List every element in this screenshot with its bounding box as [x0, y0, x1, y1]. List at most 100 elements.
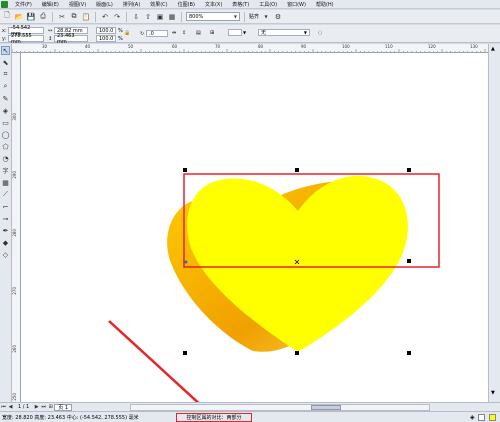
table-tool-icon[interactable]: ▦	[1, 178, 10, 187]
eyedropper-tool-icon[interactable]: ⊸	[1, 214, 10, 223]
copy-icon[interactable]: ⧉	[69, 12, 79, 22]
menu-layout[interactable]: 版面(L)	[91, 1, 118, 8]
menu-edit[interactable]: 编辑(E)	[37, 1, 64, 8]
menu-bar: 文件(F) 编辑(E) 视图(V) 版面(L) 排列(A) 效果(C) 位图(B…	[0, 0, 500, 9]
vertical-ruler[interactable]: 300 290 280 270 260 250	[12, 53, 21, 402]
page-tab-1[interactable]: 页 1	[54, 403, 73, 411]
scale-y-field[interactable]: 100.0 %	[96, 35, 123, 42]
cut-icon[interactable]: ✂	[57, 12, 67, 22]
menu-effects[interactable]: 效果(C)	[145, 1, 172, 8]
add-page-icon[interactable]: ⊞	[47, 404, 54, 411]
menu-bitmaps[interactable]: 位图(B)	[173, 1, 200, 8]
text-tool-icon[interactable]: 字	[1, 166, 10, 175]
menu-view[interactable]: 视图(V)	[64, 1, 91, 8]
height-value[interactable]: 23.463 mm	[54, 33, 88, 45]
prev-page-icon[interactable]: ◀	[7, 404, 14, 411]
last-page-icon[interactable]: ⏭	[40, 404, 47, 411]
print-icon[interactable]: ⎙	[38, 12, 48, 22]
convert-to-curves-icon[interactable]: ◌	[318, 30, 322, 36]
y-position-field[interactable]: y: 278.555 mm	[2, 33, 44, 45]
selection-handle[interactable]	[407, 351, 411, 355]
toolbar-divider	[95, 11, 96, 22]
menu-arrange[interactable]: 排列(A)	[118, 1, 145, 8]
freehand-tool-icon[interactable]: ✎	[1, 94, 10, 103]
horizontal-scroll-thumb[interactable]	[311, 405, 341, 410]
ellipse-tool-icon[interactable]: ◯	[1, 130, 10, 139]
page-count: 1 / 1	[18, 404, 30, 410]
scroll-down-icon[interactable]: ▼	[491, 390, 495, 396]
selection-handle[interactable]	[295, 351, 299, 355]
save-icon[interactable]: 💾	[26, 12, 36, 22]
chevron-down-icon[interactable]: ▼	[261, 12, 271, 22]
pick-tool-icon[interactable]: ↖	[1, 46, 10, 55]
rotation-field[interactable]: ↻ .0	[140, 30, 168, 37]
new-document-icon[interactable]: 🗋	[2, 11, 12, 22]
percent-label: %	[118, 27, 123, 34]
selection-handle[interactable]	[407, 259, 411, 263]
mirror-horizontal-icon[interactable]: ⇹	[172, 30, 176, 36]
dimension-tool-icon[interactable]: ⟋	[1, 190, 10, 199]
undo-icon[interactable]: ↶	[100, 12, 110, 22]
interactive-fill-icon[interactable]: ◇	[1, 250, 10, 259]
redo-icon[interactable]: ↷	[112, 12, 122, 22]
paste-icon[interactable]: 📋	[81, 12, 91, 22]
import-icon[interactable]: ⇩	[131, 12, 141, 22]
ungroup-icon[interactable]: ⊞	[210, 30, 214, 36]
wrap-text-icon[interactable]: ▤	[196, 30, 201, 36]
node-marker	[184, 260, 188, 264]
red-annotation-arrow	[108, 320, 200, 402]
menu-text[interactable]: 文本(X)	[200, 1, 227, 8]
publish-pdf-icon[interactable]: ▣	[155, 12, 165, 22]
smart-fill-icon[interactable]: ◈	[1, 106, 10, 115]
drawing-canvas[interactable]	[21, 53, 488, 402]
lock-ratio-icon[interactable]: 🔒	[124, 30, 130, 36]
open-folder-icon[interactable]: 📂	[14, 12, 24, 22]
y-value[interactable]: 278.555 mm	[8, 33, 44, 45]
first-page-icon[interactable]: ⏮	[0, 404, 7, 411]
scale-x-value[interactable]: 100.0	[96, 27, 116, 34]
scroll-up-icon[interactable]: ▲	[491, 46, 495, 52]
shape-tool-icon[interactable]: ⬉	[1, 58, 10, 67]
zoom-level-select[interactable]: 800% ▼	[186, 12, 240, 21]
fill-color-indicator[interactable]	[489, 414, 496, 421]
mirror-vertical-icon[interactable]: ⇳	[182, 30, 186, 36]
outline-width-select[interactable]: 无 ▼	[258, 29, 310, 36]
crop-tool-icon[interactable]: ⌗	[1, 70, 10, 79]
zoom-level-value: 800%	[189, 13, 204, 20]
height-field[interactable]: ↕ 23.463 mm	[48, 33, 88, 45]
menu-file[interactable]: 文件(F)	[10, 1, 37, 8]
toolbar-divider	[126, 11, 127, 22]
rectangle-tool-icon[interactable]: ▭	[1, 118, 10, 127]
export-icon[interactable]: ⇧	[143, 12, 153, 22]
selection-handle[interactable]	[295, 168, 299, 172]
fill-tool-icon[interactable]: ◆	[1, 238, 10, 247]
menu-help[interactable]: 帮助(H)	[311, 1, 339, 8]
rotation-value[interactable]: .0	[146, 30, 168, 37]
vertical-scrollbar[interactable]: ▲ ▼	[488, 44, 500, 402]
menu-tools[interactable]: 工具(O)	[254, 1, 282, 8]
connector-tool-icon[interactable]: ⌐	[1, 202, 10, 211]
app-launcher-icon[interactable]: ▦	[167, 12, 177, 22]
scale-y-value[interactable]: 100.0	[96, 35, 116, 42]
basic-shapes-icon[interactable]: ◔	[1, 154, 10, 163]
outline-color-swatch[interactable]: ▼	[228, 29, 246, 36]
scale-x-field[interactable]: 100.0 %	[96, 27, 123, 34]
menu-table[interactable]: 表格(T)	[227, 1, 254, 8]
next-page-icon[interactable]: ▶	[33, 404, 40, 411]
horizontal-ruler[interactable]: 30 40 50 60 70 80 90 100 110 120 130	[12, 44, 488, 53]
standard-toolbar: 🗋 📂 💾 ⎙ ✂ ⧉ 📋 ↶ ↷ ⇩ ⇧ ▣ ▦ 800% ▼ 贴齐 ▼ ⚙	[0, 10, 500, 24]
polygon-tool-icon[interactable]: ⬠	[1, 142, 10, 151]
ruler-tick-label: 260	[12, 345, 17, 353]
selection-handle[interactable]	[183, 168, 187, 172]
outline-pen-icon[interactable]: ✒	[1, 226, 10, 235]
selection-handle[interactable]	[183, 351, 187, 355]
selection-handle[interactable]	[407, 168, 411, 172]
menu-window[interactable]: 窗口(W)	[282, 1, 311, 8]
status-bar: 宽度: 28.820 高度: 23.463 中心: (-54.542, 278.…	[0, 411, 500, 422]
snap-to-dropdown[interactable]: 贴齐	[249, 13, 259, 20]
zoom-tool-icon[interactable]: ⌕	[1, 82, 10, 91]
options-icon[interactable]: ⚙	[273, 12, 283, 22]
outline-color-indicator[interactable]	[478, 414, 485, 421]
page-navigator: ⏮ ◀ 1 / 1 ▶ ⏭ ⊞ 页 1	[0, 402, 500, 411]
horizontal-scrollbar[interactable]	[130, 404, 430, 411]
